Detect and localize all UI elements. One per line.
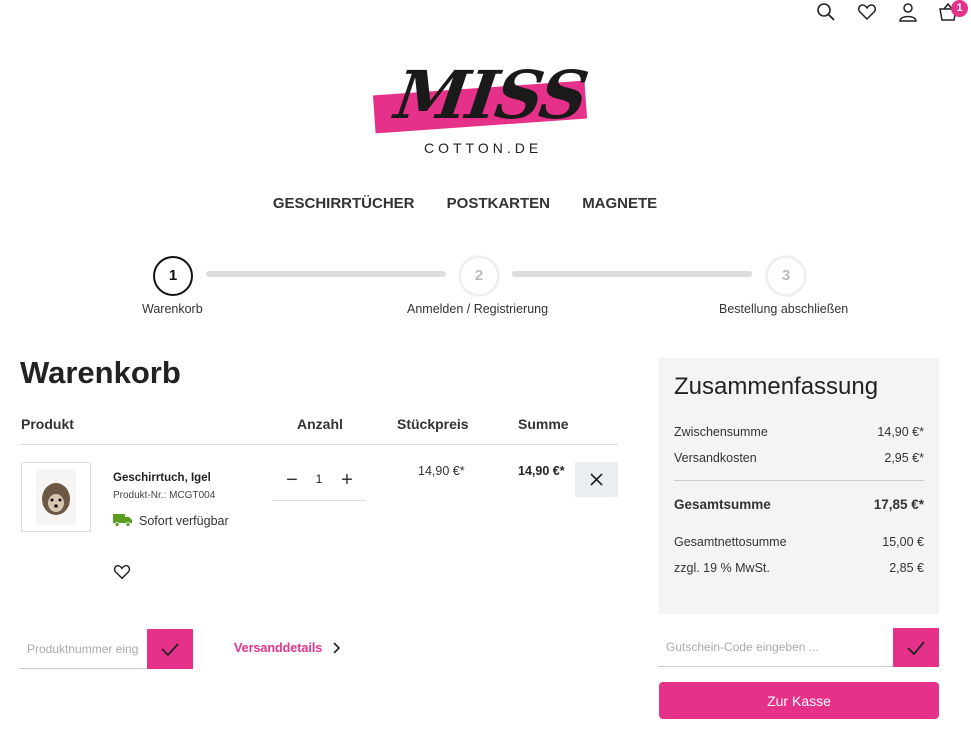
availability: Sofort verfügbar xyxy=(113,513,229,528)
step-progress-line xyxy=(512,271,752,277)
quantity-value[interactable]: 1 xyxy=(310,472,328,486)
vat-value: 2,85 € xyxy=(889,561,924,575)
nav-item-magnete[interactable]: MAGNETE xyxy=(582,195,657,212)
net-row: Gesamtnettosumme 15,00 € xyxy=(674,535,924,549)
checkout-button[interactable]: Zur Kasse xyxy=(659,682,939,719)
add-product-button[interactable] xyxy=(147,629,193,669)
net-label: Gesamtnettosumme xyxy=(674,535,787,549)
subtotal-label: Zwischensumme xyxy=(674,425,768,439)
product-number: Produkt-Nr.: MCGT004 xyxy=(113,490,216,501)
availability-text: Sofort verfügbar xyxy=(139,514,229,528)
summary-title: Zusammenfassung xyxy=(674,373,879,400)
product-number-input[interactable] xyxy=(19,630,146,669)
vat-label: zzgl. 19 % MwSt. xyxy=(674,561,770,575)
logo-subtitle: COTTON.DE xyxy=(424,140,543,156)
net-value: 15,00 € xyxy=(882,535,924,549)
total-label: Gesamtsumme xyxy=(674,497,771,512)
shipping-label: Versandkosten xyxy=(674,451,757,465)
voucher-input[interactable] xyxy=(658,628,893,667)
user-icon[interactable] xyxy=(898,2,918,22)
subtotal-value: 14,90 €* xyxy=(877,425,924,439)
shipping-details-text: Versanddetails xyxy=(234,641,323,655)
main-nav: GESCHIRRTÜCHER POSTKARTEN MAGNETE xyxy=(0,195,930,212)
logo[interactable]: MISS COTTON.DE xyxy=(372,56,591,162)
col-header-sum: Summe xyxy=(518,416,569,432)
logo-word: MISS xyxy=(390,56,592,134)
col-header-unit-price: Stückpreis xyxy=(397,416,469,432)
page-title: Warenkorb xyxy=(20,355,181,390)
remove-item-button[interactable] xyxy=(575,462,618,497)
shipping-row: Versandkosten 2,95 €* xyxy=(674,451,924,465)
col-header-product: Produkt xyxy=(21,416,74,432)
plus-button[interactable]: + xyxy=(337,470,357,490)
minus-button[interactable]: − xyxy=(282,470,302,490)
cart-count-badge: 1 xyxy=(951,0,968,17)
col-header-qty: Anzahl xyxy=(297,416,343,432)
total-value: 17,85 €* xyxy=(873,497,924,512)
product-thumbnail[interactable] xyxy=(21,462,91,532)
nav-item-geschirrtuecher[interactable]: GESCHIRRTÜCHER xyxy=(273,195,415,212)
wishlist-heart-icon[interactable] xyxy=(113,563,131,581)
unit-price: 14,90 €* xyxy=(418,464,465,478)
step-2-circle: 2 xyxy=(459,256,499,296)
step-progress-line xyxy=(206,271,446,277)
nav-item-postkarten[interactable]: POSTKARTEN xyxy=(447,195,550,212)
quantity-stepper: − 1 + xyxy=(272,462,366,501)
check-icon xyxy=(907,641,925,656)
step-1-circle: 1 xyxy=(153,256,193,296)
step-3-label: Bestellung abschließen xyxy=(719,302,849,316)
check-icon xyxy=(161,643,179,657)
step-1-label: Warenkorb xyxy=(142,302,203,316)
line-total: 14,90 €* xyxy=(518,464,565,478)
subtotal-row: Zwischensumme 14,90 €* xyxy=(674,425,924,439)
order-summary: Zusammenfassung Zwischensumme 14,90 €* V… xyxy=(658,358,939,614)
vat-row: zzgl. 19 % MwSt. 2,85 € xyxy=(674,561,924,575)
chevron-right-icon xyxy=(333,642,340,654)
cart-icon[interactable]: 1 xyxy=(938,0,968,22)
truck-icon xyxy=(113,514,132,527)
shipping-value: 2,95 €* xyxy=(884,451,924,465)
summary-divider xyxy=(674,480,924,481)
heart-icon[interactable] xyxy=(857,2,877,22)
apply-voucher-button[interactable] xyxy=(893,628,939,667)
step-2-label: Anmelden / Registrierung xyxy=(407,302,549,316)
step-3-circle: 3 xyxy=(766,256,806,296)
shipping-details-link[interactable]: Versanddetails xyxy=(234,641,342,655)
table-divider xyxy=(20,444,618,445)
product-name[interactable]: Geschirrtuch, Igel xyxy=(113,472,211,484)
close-icon xyxy=(590,473,603,486)
search-icon[interactable] xyxy=(816,2,836,22)
total-row: Gesamtsumme 17,85 €* xyxy=(674,497,924,512)
